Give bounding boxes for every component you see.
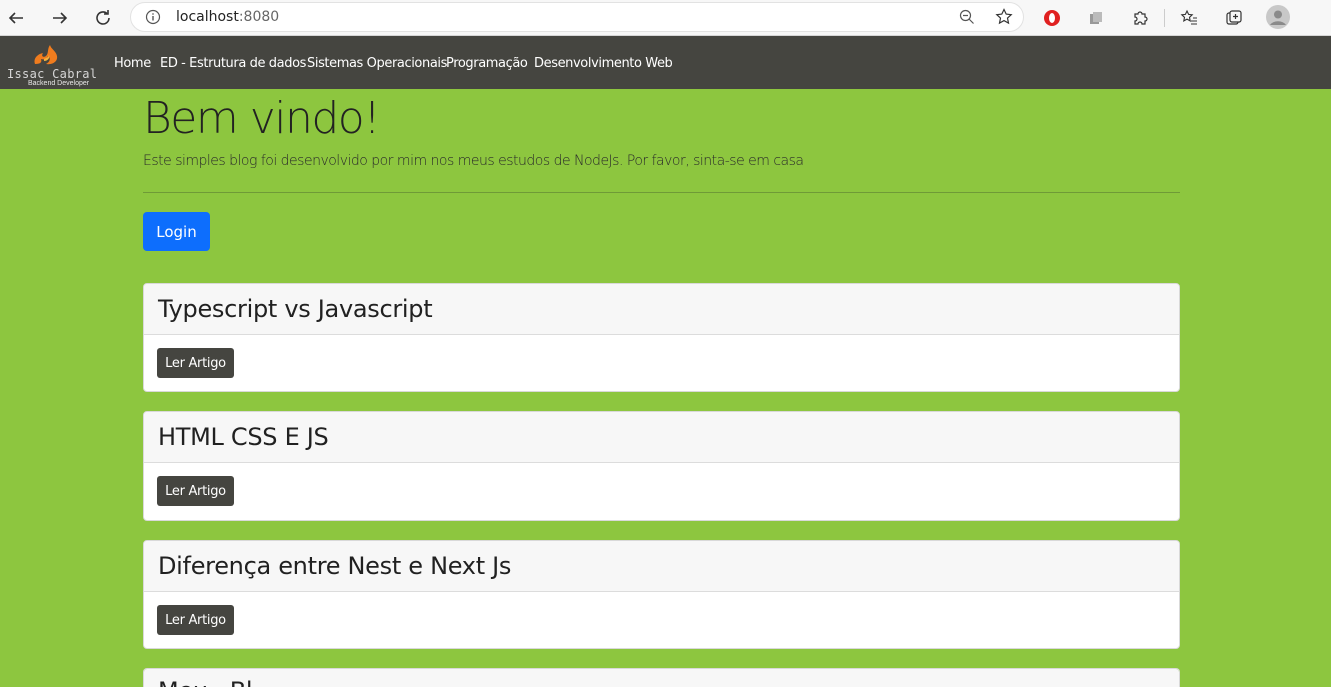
nav-programacao[interactable]: Programação: [446, 56, 528, 71]
browser-toolbar: localhost:8080: [0, 0, 1331, 36]
brand-logo[interactable]: Issac Cabral Backend Developer: [6, 42, 98, 87]
collections-icon[interactable]: [1222, 6, 1246, 30]
flame-logo-icon: [34, 45, 58, 65]
info-icon[interactable]: [145, 9, 161, 30]
puzzle-extension-icon[interactable]: [1128, 6, 1152, 30]
nav-estrutura-de-dados[interactable]: ED - Estrutura de dados: [160, 56, 306, 71]
opera-extension-icon[interactable]: [1040, 6, 1064, 30]
profile-avatar-icon[interactable]: [1266, 5, 1290, 29]
article-card: Typescript vs Javascript Ler Artigo: [143, 283, 1180, 392]
nav-home[interactable]: Home: [114, 56, 151, 71]
toolbar-divider: [1164, 9, 1165, 27]
page-title: Bem vindo!: [143, 93, 381, 144]
address-bar[interactable]: localhost:8080: [130, 2, 1024, 32]
favorite-star-icon[interactable]: [995, 8, 1013, 31]
lead-text: Este simples blog foi desenvolvido por m…: [143, 153, 804, 169]
zoom-out-icon[interactable]: [959, 9, 975, 30]
nav-desenvolvimento-web[interactable]: Desenvolvimento Web: [534, 56, 673, 71]
favorites-list-icon[interactable]: [1177, 6, 1201, 30]
article-card: HTML CSS E JS Ler Artigo: [143, 411, 1180, 521]
forward-arrow-icon[interactable]: [46, 4, 74, 32]
reload-icon[interactable]: [89, 4, 117, 32]
article-title: HTML CSS E JS: [144, 412, 1179, 463]
article-title: Diferença entre Nest e Next Js: [144, 541, 1179, 592]
read-article-button[interactable]: Ler Artigo: [157, 348, 234, 378]
read-article-button[interactable]: Ler Artigo: [157, 476, 234, 506]
brand-subtitle: Backend Developer: [28, 80, 90, 87]
extension-copy-icon[interactable]: [1084, 6, 1108, 30]
login-button[interactable]: Login: [143, 212, 210, 251]
article-card: Diferença entre Nest e Next Js Ler Artig…: [143, 540, 1180, 649]
article-card: Meu...Bl...: [143, 668, 1180, 687]
article-title: Meu...Bl...: [144, 669, 1179, 687]
brand-title: Issac Cabral: [7, 67, 98, 81]
nav-sistemas-operacionais[interactable]: Sistemas Operacionais: [307, 56, 447, 71]
back-arrow-icon[interactable]: [2, 4, 30, 32]
url-text: localhost:8080: [176, 9, 280, 25]
read-article-button[interactable]: Ler Artigo: [157, 605, 234, 635]
divider: [143, 192, 1180, 193]
article-title: Typescript vs Javascript: [144, 284, 1179, 335]
